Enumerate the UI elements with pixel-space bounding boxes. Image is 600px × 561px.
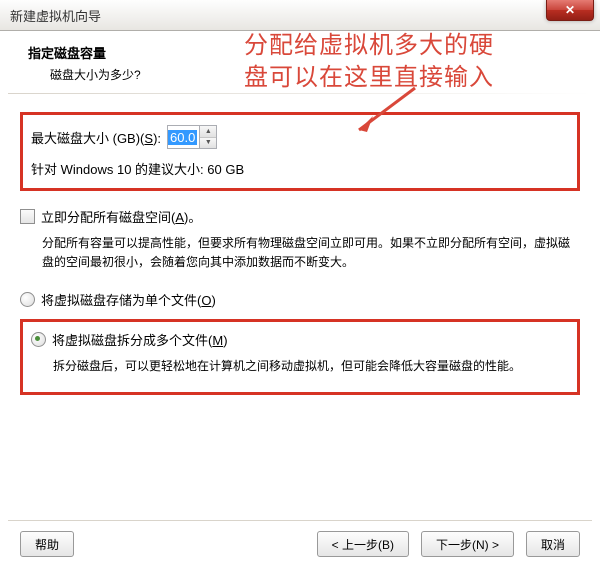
disk-size-label: 最大磁盘大小 (GB)(S): — [31, 128, 161, 147]
help-button[interactable]: 帮助 — [20, 531, 74, 557]
close-icon: ✕ — [565, 3, 575, 17]
annotation-text: 分配给虚拟机多大的硬 盘可以在这里直接输入 — [244, 30, 594, 94]
store-split-label: 将虚拟磁盘拆分成多个文件(M) — [52, 330, 228, 349]
store-single-label: 将虚拟磁盘存储为单个文件(O) — [41, 290, 216, 309]
allocate-now-checkbox[interactable] — [20, 209, 35, 224]
disk-size-row: 最大磁盘大小 (GB)(S): 60.0 ▲ ▼ — [31, 125, 569, 149]
titlebar: 新建虚拟机向导 ✕ — [0, 0, 600, 31]
disk-size-spinner[interactable]: 60.0 ▲ ▼ — [167, 125, 217, 149]
store-split-desc: 拆分磁盘后，可以更轻松地在计算机之间移动虚拟机，但可能会降低大容量磁盘的性能。 — [53, 357, 569, 376]
annotation-line1: 分配给虚拟机多大的硬 — [244, 30, 594, 62]
disk-size-recommend: 针对 Windows 10 的建议大小: 60 GB — [31, 159, 569, 178]
store-single-radio[interactable] — [20, 292, 35, 307]
wizard-body: 最大磁盘大小 (GB)(S): 60.0 ▲ ▼ 针对 Windows 10 的… — [0, 94, 600, 395]
allocate-now-desc: 分配所有容量可以提高性能，但要求所有物理磁盘空间立即可用。如果不立即分配所有空间… — [42, 234, 580, 272]
annotation-line2: 盘可以在这里直接输入 — [244, 62, 594, 94]
back-button[interactable]: < 上一步(B) — [317, 531, 409, 557]
store-split-radio[interactable] — [31, 332, 46, 347]
store-split-row[interactable]: 将虚拟磁盘拆分成多个文件(M) — [31, 330, 569, 349]
store-split-highlight: 将虚拟磁盘拆分成多个文件(M) 拆分磁盘后，可以更轻松地在计算机之间移动虚拟机，… — [20, 319, 580, 395]
wizard-window: 新建虚拟机向导 ✕ 分配给虚拟机多大的硬 盘可以在这里直接输入 指定磁盘容量 磁… — [0, 0, 600, 561]
cancel-button[interactable]: 取消 — [526, 531, 580, 557]
footer: 帮助 < 上一步(B) 下一步(N) > 取消 — [0, 517, 600, 561]
allocate-now-row[interactable]: 立即分配所有磁盘空间(A)。 — [20, 207, 580, 226]
window-title: 新建虚拟机向导 — [10, 6, 101, 25]
next-button[interactable]: 下一步(N) > — [421, 531, 514, 557]
disk-size-value[interactable]: 60.0 — [168, 130, 197, 145]
spinner-buttons: ▲ ▼ — [199, 126, 216, 148]
disk-size-highlight: 最大磁盘大小 (GB)(S): 60.0 ▲ ▼ 针对 Windows 10 的… — [20, 112, 580, 191]
allocate-now-label: 立即分配所有磁盘空间(A)。 — [41, 207, 201, 226]
close-button[interactable]: ✕ — [546, 0, 594, 21]
spinner-up-icon[interactable]: ▲ — [200, 126, 216, 138]
spinner-down-icon[interactable]: ▼ — [200, 138, 216, 149]
store-single-row[interactable]: 将虚拟磁盘存储为单个文件(O) — [20, 290, 580, 309]
